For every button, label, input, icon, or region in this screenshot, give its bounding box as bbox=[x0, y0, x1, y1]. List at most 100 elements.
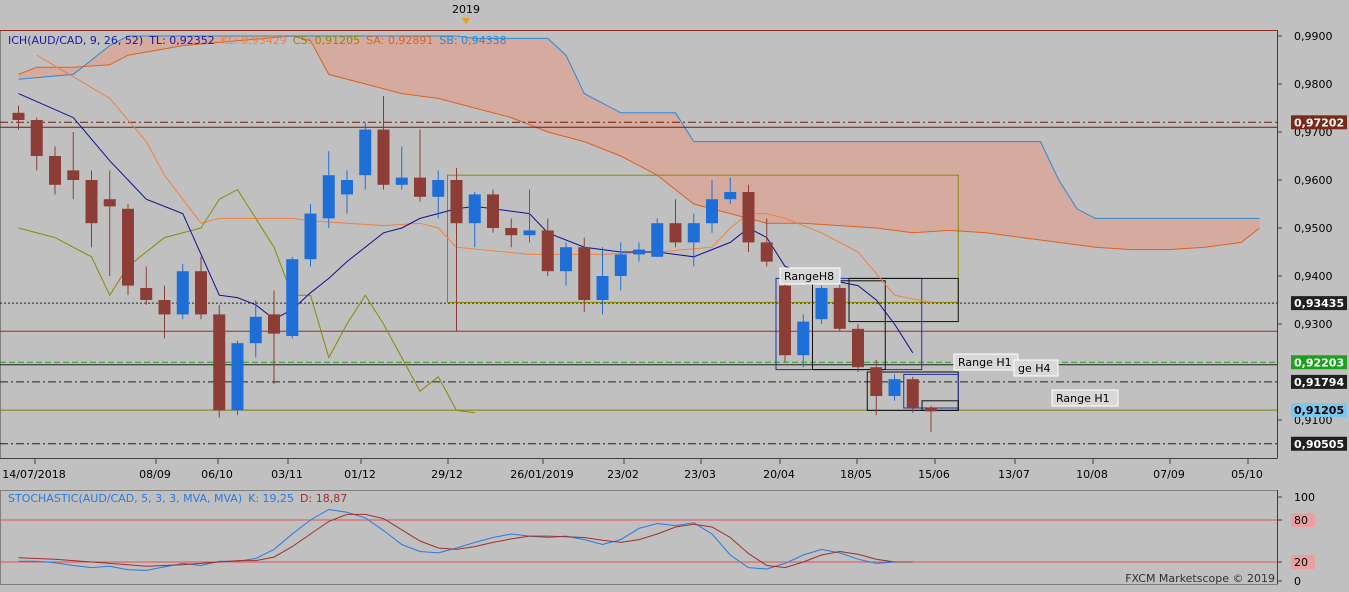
candle-body[interactable] bbox=[614, 254, 627, 276]
candle-body[interactable] bbox=[12, 112, 25, 120]
candle-body[interactable] bbox=[797, 321, 810, 356]
candle-body[interactable] bbox=[523, 230, 536, 236]
candle-body[interactable] bbox=[779, 285, 791, 356]
range-box[interactable] bbox=[848, 277, 959, 323]
candle[interactable] bbox=[359, 122, 372, 190]
candle-body[interactable] bbox=[852, 328, 864, 368]
candle-body[interactable] bbox=[706, 199, 718, 224]
candle-body[interactable] bbox=[633, 249, 645, 255]
candle[interactable] bbox=[687, 213, 700, 267]
candle[interactable] bbox=[852, 324, 864, 372]
candle-body[interactable] bbox=[760, 242, 773, 262]
candle[interactable] bbox=[633, 242, 645, 262]
candle-body[interactable] bbox=[341, 180, 353, 195]
candle[interactable] bbox=[195, 256, 207, 320]
candle[interactable] bbox=[906, 376, 919, 413]
candle[interactable] bbox=[487, 189, 499, 233]
candle-body[interactable] bbox=[432, 180, 445, 197]
candle-body[interactable] bbox=[596, 276, 609, 300]
candle-body[interactable] bbox=[450, 180, 463, 224]
candle[interactable] bbox=[560, 242, 572, 286]
candle-body[interactable] bbox=[268, 314, 280, 334]
candle[interactable] bbox=[158, 285, 171, 339]
candle-body[interactable] bbox=[669, 223, 682, 243]
candle[interactable] bbox=[505, 218, 518, 248]
candle[interactable] bbox=[395, 146, 408, 190]
candle[interactable] bbox=[651, 218, 664, 257]
candle-body[interactable] bbox=[49, 156, 61, 185]
candle-body[interactable] bbox=[249, 316, 262, 344]
floating-labels[interactable]: RangeH8 Range H1 ge H4 Range H1 bbox=[779, 267, 1119, 407]
candle[interactable] bbox=[815, 285, 828, 324]
candle-body[interactable] bbox=[67, 170, 80, 180]
candle[interactable] bbox=[468, 192, 481, 248]
chart-canvas[interactable]: 0,99000,98000,97000,96000,95000,94000,93… bbox=[0, 0, 1349, 588]
candle[interactable] bbox=[49, 146, 61, 195]
candle-body[interactable] bbox=[195, 271, 207, 315]
candle[interactable] bbox=[140, 266, 153, 305]
candle[interactable] bbox=[760, 218, 773, 267]
candle[interactable] bbox=[925, 405, 937, 432]
candle[interactable] bbox=[341, 170, 353, 214]
candle-body[interactable] bbox=[578, 247, 591, 300]
candle-body[interactable] bbox=[103, 199, 116, 207]
candle-body[interactable] bbox=[140, 288, 153, 300]
candle-body[interactable] bbox=[687, 223, 700, 243]
candle[interactable] bbox=[322, 151, 335, 228]
candle-body[interactable] bbox=[30, 120, 43, 156]
candle-body[interactable] bbox=[359, 129, 372, 176]
candle[interactable] bbox=[85, 170, 98, 248]
candle-body[interactable] bbox=[870, 367, 883, 396]
candle-body[interactable] bbox=[176, 271, 189, 315]
candle[interactable] bbox=[596, 247, 609, 315]
candle-body[interactable] bbox=[742, 192, 755, 243]
candle-body[interactable] bbox=[377, 129, 390, 185]
candle-body[interactable] bbox=[304, 213, 317, 260]
candle[interactable] bbox=[377, 96, 390, 190]
candle-body[interactable] bbox=[833, 288, 846, 329]
candle[interactable] bbox=[12, 105, 25, 130]
candle[interactable] bbox=[870, 360, 883, 416]
candle[interactable] bbox=[176, 264, 189, 320]
candle-body[interactable] bbox=[505, 228, 518, 236]
candle[interactable] bbox=[833, 283, 846, 332]
candle-body[interactable] bbox=[888, 379, 901, 396]
candle-body[interactable] bbox=[322, 175, 335, 219]
candle[interactable] bbox=[797, 314, 810, 368]
candle-body[interactable] bbox=[651, 223, 664, 257]
candle[interactable] bbox=[614, 242, 627, 291]
candle-body[interactable] bbox=[560, 247, 572, 272]
candle[interactable] bbox=[268, 290, 280, 384]
candle-body[interactable] bbox=[815, 288, 828, 320]
candle[interactable] bbox=[122, 204, 134, 296]
candle[interactable] bbox=[67, 132, 80, 200]
candle-body[interactable] bbox=[487, 194, 499, 228]
candle[interactable] bbox=[578, 237, 591, 312]
candle[interactable] bbox=[450, 168, 463, 332]
candle-body[interactable] bbox=[286, 259, 299, 336]
candle-body[interactable] bbox=[85, 180, 98, 224]
candle-body[interactable] bbox=[414, 177, 426, 197]
candle[interactable] bbox=[779, 278, 791, 363]
candle-body[interactable] bbox=[213, 314, 226, 411]
candle-body[interactable] bbox=[231, 343, 244, 411]
candle[interactable] bbox=[30, 117, 43, 171]
candle[interactable] bbox=[742, 184, 755, 252]
candle-body[interactable] bbox=[468, 194, 481, 224]
candle[interactable] bbox=[231, 340, 244, 416]
candle[interactable] bbox=[669, 199, 682, 248]
candle-body[interactable] bbox=[122, 208, 134, 286]
candle-body[interactable] bbox=[925, 408, 937, 412]
price-axis[interactable]: 0,99000,98000,97000,96000,95000,94000,93… bbox=[1277, 30, 1333, 458]
candle[interactable] bbox=[523, 189, 536, 243]
candle[interactable] bbox=[432, 170, 445, 219]
candle-body[interactable] bbox=[724, 192, 737, 200]
candle[interactable] bbox=[103, 170, 116, 276]
candle-body[interactable] bbox=[395, 177, 408, 185]
candle[interactable] bbox=[286, 256, 299, 339]
candle-body[interactable] bbox=[541, 230, 554, 272]
candle-body[interactable] bbox=[158, 300, 171, 315]
candle[interactable] bbox=[414, 129, 426, 202]
candle[interactable] bbox=[304, 204, 317, 267]
candle[interactable] bbox=[541, 218, 554, 276]
